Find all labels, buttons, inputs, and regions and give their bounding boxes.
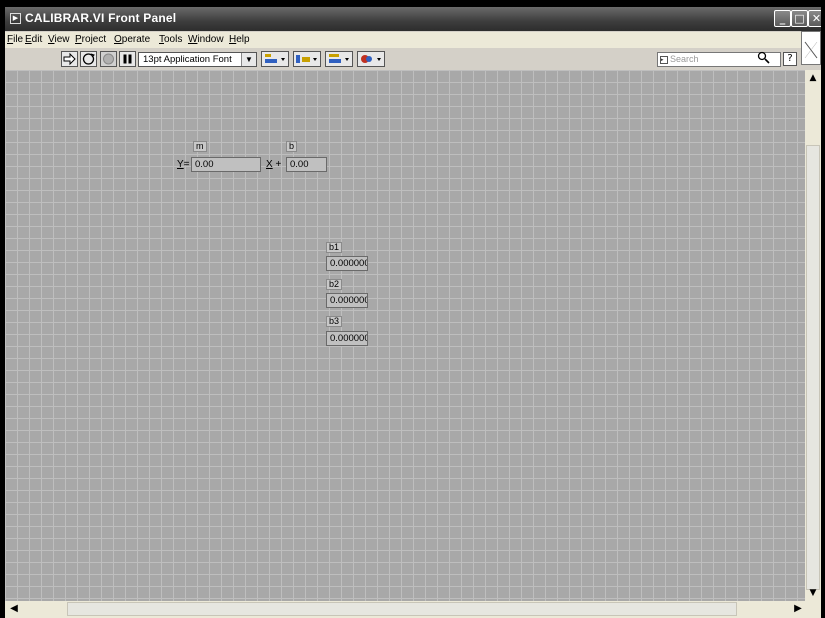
x-plus-label: X + — [266, 159, 282, 170]
menu-view[interactable]: View — [48, 34, 70, 45]
close-button[interactable]: ✕ — [808, 10, 821, 27]
menu-tools[interactable]: Tools — [159, 34, 182, 45]
pause-button[interactable] — [119, 51, 136, 67]
distribute-icon — [296, 55, 317, 63]
scroll-down-icon[interactable]: ▼ — [805, 585, 821, 601]
menu-operate[interactable]: Operate — [114, 34, 150, 45]
font-select-label: 13pt Application Font — [143, 54, 232, 65]
b1-label: b1 — [326, 242, 343, 253]
resize-icon — [329, 54, 349, 63]
b2-label: b2 — [326, 279, 343, 290]
run-button[interactable] — [61, 51, 78, 67]
run-continuously-button[interactable] — [80, 51, 97, 67]
distribute-objects-button[interactable] — [293, 51, 321, 67]
scroll-up-icon[interactable]: ▲ — [805, 70, 821, 86]
menu-edit[interactable]: Edit — [25, 34, 42, 45]
resize-objects-button[interactable] — [325, 51, 353, 67]
maximize-button[interactable]: □ — [791, 10, 808, 27]
scroll-left-icon[interactable]: ◀ — [7, 602, 21, 616]
window-title: CALIBRAR.VI Front Panel — [25, 11, 177, 25]
search-placeholder: Search — [670, 54, 699, 64]
pause-icon — [123, 54, 132, 64]
align-icon — [265, 54, 285, 63]
b-control[interactable]: 0.00 — [286, 157, 327, 172]
minimize-button[interactable]: _ — [774, 10, 791, 27]
m-label: m — [193, 141, 207, 152]
labview-window-icon: ▶ — [10, 13, 21, 24]
abort-icon — [103, 53, 114, 65]
run-continuously-icon — [82, 53, 95, 65]
chevron-down-icon: ▼ — [241, 53, 256, 66]
b3-indicator[interactable]: 0.000000 — [326, 331, 368, 346]
connector-pane-icon[interactable] — [801, 31, 821, 65]
m-control[interactable]: 0.00 — [191, 157, 261, 172]
front-panel-canvas[interactable]: m Y= 0.00 b X + 0.00 b1 0.000000 b2 0.00… — [5, 70, 805, 601]
y-equals-label: Y= — [177, 159, 190, 170]
toolbar: 13pt Application Font ▼ ▸ Search ? — [5, 49, 821, 71]
horizontal-scroll-thumb[interactable] — [67, 602, 737, 616]
front-panel-window: ▶ CALIBRAR.VI Front Panel _ □ ✕ File Edi… — [5, 7, 821, 618]
scroll-right-icon[interactable]: ▶ — [791, 602, 805, 616]
abort-button[interactable] — [100, 51, 117, 67]
vertical-scroll-thumb[interactable] — [806, 145, 820, 590]
font-select[interactable]: 13pt Application Font ▼ — [138, 52, 257, 67]
title-bar: ▶ CALIBRAR.VI Front Panel _ □ ✕ — [5, 7, 821, 31]
align-objects-button[interactable] — [261, 51, 289, 67]
menu-window[interactable]: Window — [188, 34, 224, 45]
b1-indicator[interactable]: 0.000000 — [326, 256, 368, 271]
reorder-button[interactable] — [357, 51, 385, 67]
search-icon: ▸ — [660, 56, 668, 64]
vertical-scrollbar[interactable]: ▲ ▼ — [805, 70, 821, 601]
horizontal-scrollbar[interactable]: ◀ ▶ — [5, 601, 821, 618]
context-help-button[interactable]: ? — [783, 52, 797, 66]
menu-bar: File Edit View Project Operate Tools Win… — [5, 32, 821, 48]
run-arrow-icon — [63, 52, 76, 66]
b3-label: b3 — [326, 316, 343, 327]
magnifier-icon[interactable] — [757, 51, 770, 68]
menu-project[interactable]: Project — [75, 34, 106, 45]
b-label: b — [286, 141, 298, 152]
b2-indicator[interactable]: 0.000000 — [326, 293, 368, 308]
menu-help[interactable]: Help — [229, 34, 250, 45]
menu-file[interactable]: File — [7, 34, 23, 45]
reorder-icon — [361, 55, 381, 63]
